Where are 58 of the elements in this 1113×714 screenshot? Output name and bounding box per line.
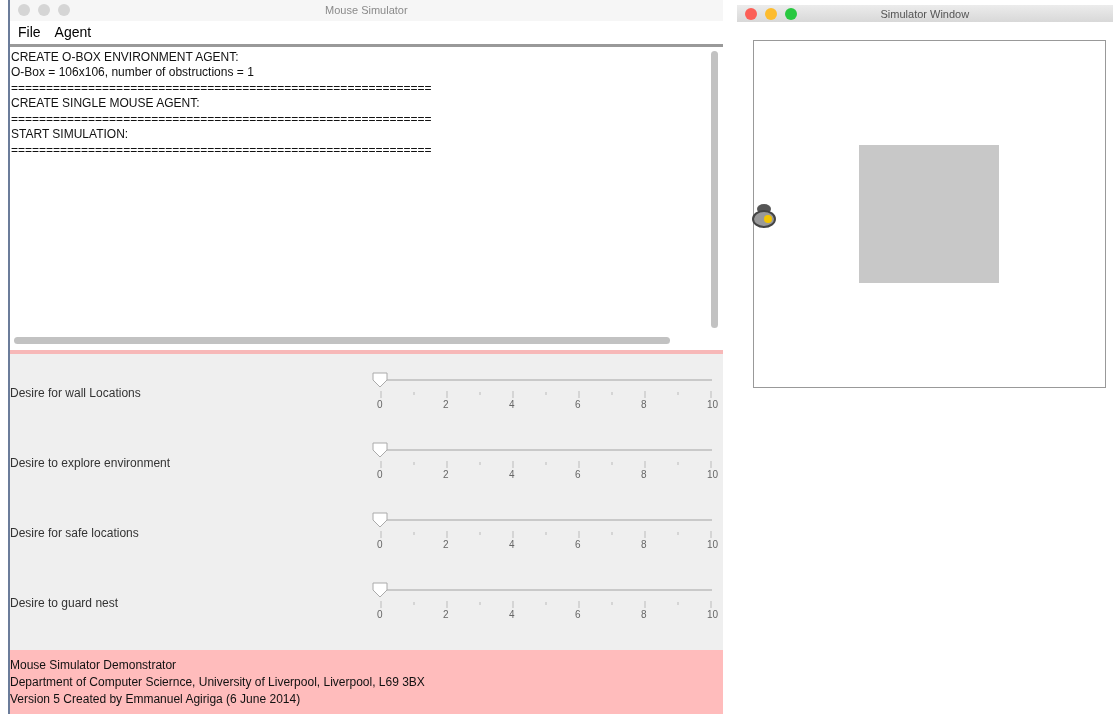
tick-label: 4 — [509, 608, 515, 620]
footer-text: Version 5 Created by Emmanuel Agiriga (6 June 2014) — [10, 690, 302, 708]
log-line: ============================================================ — [11, 142, 433, 159]
slider-thumb[interactable] — [372, 371, 388, 388]
tick-label: 2 — [443, 608, 449, 620]
tick-label: 10 — [707, 468, 719, 480]
tick-label: 8 — [641, 398, 647, 410]
tick-label: 6 — [575, 468, 581, 480]
log-line: ============================================================ — [11, 111, 433, 128]
tick-label: 0 — [377, 608, 383, 620]
slider-label: Desire to guard nest — [10, 595, 120, 610]
slider[interactable]: 0 2 4 6 8 10 — [372, 439, 722, 484]
slider-label: Desire to explore environment — [10, 455, 172, 470]
tick-label: 8 — [641, 538, 647, 550]
log-line: O-Box = 106x106, number of obstructions = 1 — [11, 65, 255, 81]
minimize-window-button[interactable] — [764, 7, 777, 20]
log-line: CREATE O-BOX ENVIRONMENT AGENT: — [11, 49, 240, 66]
tick-label: 10 — [707, 538, 719, 550]
log-line: CREATE SINGLE MOUSE AGENT: — [11, 96, 201, 112]
slider-label: Desire for wall Locations — [10, 385, 142, 400]
window-title: Simulator Window — [880, 7, 970, 20]
slider[interactable]: 0 2 4 6 8 10 — [372, 579, 722, 624]
slider[interactable]: 0 2 4 6 8 10 — [372, 369, 722, 414]
tick-label: 6 — [575, 538, 581, 550]
tick-label: 4 — [509, 538, 515, 550]
tick-label: 10 — [707, 398, 719, 410]
footer-text: Department of Computer Sciernce, University of Liverpool, Liverpool, L69 3BX — [10, 673, 426, 691]
tick-label: 10 — [707, 608, 719, 620]
tick-label: 0 — [377, 398, 383, 410]
menu-item[interactable]: File — [18, 24, 41, 41]
window-button[interactable] — [58, 4, 70, 17]
window-title: Mouse Simulator — [325, 4, 408, 17]
zoom-window-button[interactable] — [784, 7, 797, 20]
slider-thumb[interactable] — [372, 441, 388, 458]
tick-label: 6 — [575, 398, 581, 410]
close-window-button[interactable] — [744, 7, 757, 20]
horizontal-scrollbar[interactable] — [14, 336, 670, 344]
tick-label: 0 — [377, 468, 383, 480]
tick-label: 2 — [443, 468, 449, 480]
footer-text: Mouse Simulator Demonstrator — [10, 656, 178, 674]
menu-item[interactable]: Agent — [54, 24, 92, 41]
slider-thumb[interactable] — [372, 581, 388, 598]
tick-label: 8 — [641, 608, 647, 620]
log-line: START SIMULATION: — [11, 127, 130, 143]
vertical-scrollbar[interactable] — [710, 50, 718, 328]
tick-label: 8 — [641, 468, 647, 480]
tick-label: 0 — [377, 538, 383, 550]
slider[interactable]: 0 2 4 6 8 10 — [372, 509, 722, 554]
log-line: ============================================================ — [11, 80, 433, 97]
window-button[interactable] — [38, 4, 50, 17]
slider-thumb[interactable] — [372, 511, 388, 528]
window-button[interactable] — [18, 4, 30, 17]
tick-label: 4 — [509, 398, 515, 410]
tick-label: 6 — [575, 608, 581, 620]
tick-label: 4 — [509, 468, 515, 480]
tick-label: 2 — [443, 398, 449, 410]
slider-label: Desire for safe locations — [10, 525, 140, 540]
tick-label: 2 — [443, 538, 449, 550]
